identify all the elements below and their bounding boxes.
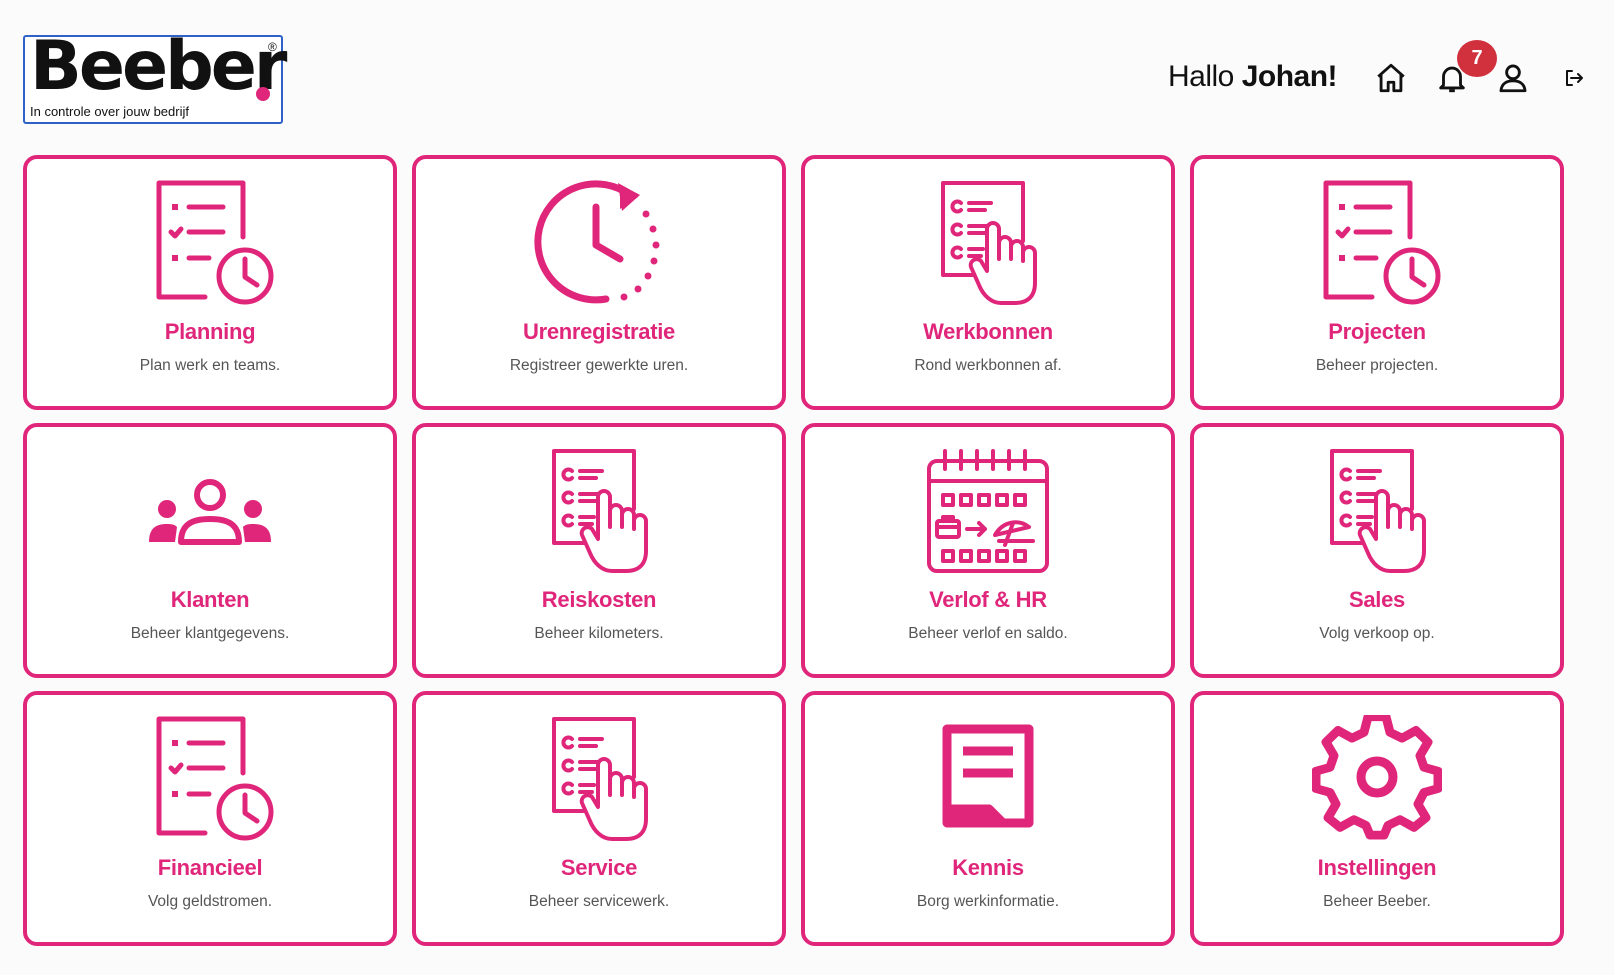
- tile-title: Urenregistratie: [522, 319, 675, 344]
- tile-description: Volg verkoop op.: [1319, 625, 1435, 642]
- tile-description: Beheer verlof en saldo.: [908, 625, 1068, 642]
- tile-title: Sales: [1349, 587, 1405, 612]
- tile-title: Kennis: [952, 855, 1024, 880]
- gear-icon: [1311, 712, 1443, 843]
- tile-verlof-hr[interactable]: Verlof & HR Beheer verlof en saldo.: [801, 423, 1175, 678]
- tile-service[interactable]: Service Beheer servicewerk.: [412, 691, 786, 946]
- tile-title: Service: [560, 855, 638, 880]
- tile-description: Borg werkinformatie.: [916, 893, 1060, 910]
- checklist-hand-icon: [1312, 447, 1442, 575]
- document-icon: [923, 715, 1053, 843]
- checklist-clock-icon: [145, 715, 275, 843]
- tile-instellingen[interactable]: Instellingen Beheer Beeber.: [1190, 691, 1564, 946]
- tile-projecten[interactable]: Projecten Beheer projecten.: [1190, 155, 1564, 410]
- tile-title: Werkbonnen: [923, 319, 1053, 344]
- tile-description: Registreer gewerkte uren.: [509, 357, 689, 374]
- user-icon[interactable]: [1495, 60, 1531, 96]
- tile-description: Beheer Beeber.: [1323, 893, 1431, 910]
- user-name: Johan!: [1241, 60, 1338, 93]
- logo-wordmark: Beeber: [30, 27, 287, 106]
- tile-title: Klanten: [170, 587, 250, 612]
- tile-description: Rond werkbonnen af.: [914, 357, 1062, 374]
- tile-kennis[interactable]: Kennis Borg werkinformatie.: [801, 691, 1175, 946]
- logout-icon[interactable]: [1556, 60, 1592, 96]
- greeting: Hallo Johan!: [1168, 60, 1338, 94]
- tile-werkbonnen[interactable]: Werkbonnen Rond werkbonnen af.: [801, 155, 1175, 410]
- tile-title: Projecten: [1328, 319, 1426, 344]
- tile-title: Verlof & HR: [929, 587, 1047, 612]
- tile-urenregistratie[interactable]: Urenregistratie Registreer gewerkte uren.: [412, 155, 786, 410]
- tile-description: Beheer kilometers.: [534, 625, 664, 642]
- checklist-hand-icon: [923, 179, 1053, 307]
- tile-sales[interactable]: Sales Volg verkoop op.: [1190, 423, 1564, 678]
- tile-financieel[interactable]: Financieel Volg geldstromen.: [23, 691, 397, 946]
- tile-description: Plan werk en teams.: [139, 357, 281, 374]
- tile-title: Reiskosten: [541, 587, 657, 612]
- notification-count-badge[interactable]: 7: [1457, 40, 1497, 77]
- tile-description: Volg geldstromen.: [147, 893, 273, 910]
- tile-description: Beheer projecten.: [1315, 357, 1439, 374]
- tile-title: Financieel: [157, 855, 263, 880]
- logo-registered-mark: ®: [268, 40, 277, 54]
- clock-refresh-icon: [534, 179, 664, 307]
- tile-reiskosten[interactable]: Reiskosten Beheer kilometers.: [412, 423, 786, 678]
- checklist-clock-icon: [1312, 179, 1442, 307]
- people-icon: [145, 447, 275, 575]
- tile-title: Planning: [164, 319, 256, 344]
- tile-klanten[interactable]: Klanten Beheer klantgegevens.: [23, 423, 397, 678]
- logo[interactable]: Beeber ® In controle over jouw bedrijf: [23, 27, 287, 124]
- checklist-hand-icon: [534, 715, 664, 843]
- tile-planning[interactable]: Planning Plan werk en teams.: [23, 155, 397, 410]
- tile-description: Beheer klantgegevens.: [130, 625, 290, 642]
- calendar-vacation-icon: [923, 447, 1053, 575]
- checklist-clock-icon: [145, 179, 275, 307]
- home-icon[interactable]: [1373, 60, 1409, 96]
- greeting-prefix: Hallo: [1168, 60, 1242, 93]
- tile-description: Beheer servicewerk.: [528, 893, 670, 910]
- logo-dot: [256, 87, 270, 101]
- logo-tagline: In controle over jouw bedrijf: [30, 104, 189, 119]
- tile-title: Instellingen: [1317, 855, 1437, 880]
- checklist-hand-icon: [534, 447, 664, 575]
